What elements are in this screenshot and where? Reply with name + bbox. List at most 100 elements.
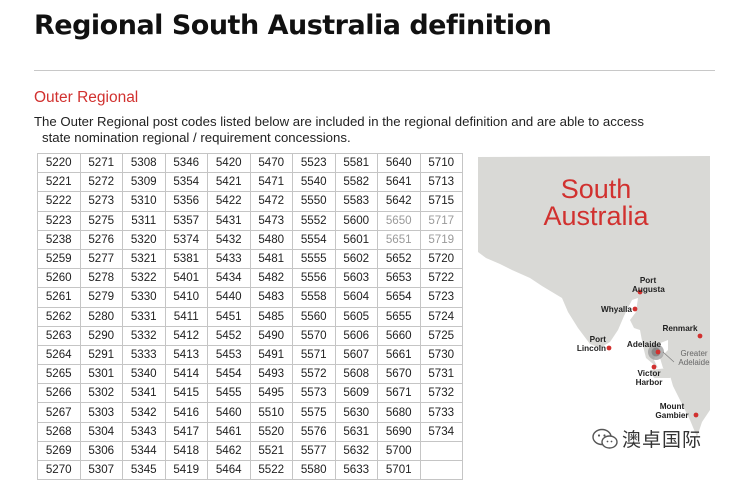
table-row: 5221 5272 5309 5354 5421 5471 5540 5582 5641 5713 bbox=[37, 172, 463, 193]
postcode-cell: 5670 bbox=[377, 364, 421, 385]
postcode-cell: 5601 bbox=[334, 229, 378, 250]
postcode-cell: 5311 bbox=[122, 210, 166, 231]
postcode-cell: 5733 bbox=[419, 402, 463, 423]
postcode-cell: 5431 bbox=[207, 210, 251, 231]
postcode-cell: 5221 bbox=[37, 172, 81, 193]
postcode-cell: 5455 bbox=[207, 383, 251, 404]
postcode-cell: 5433 bbox=[207, 248, 251, 270]
postcode-cell: 5609 bbox=[334, 383, 378, 404]
map-state-line-2: Australia bbox=[543, 201, 649, 231]
postcode-cell: 5461 bbox=[207, 421, 251, 442]
postcode-cell: 5734 bbox=[419, 421, 463, 442]
postcode-cell: 5341 bbox=[122, 383, 166, 404]
postcode-cell: 5573 bbox=[292, 383, 336, 404]
postcode-cell: 5655 bbox=[377, 306, 421, 327]
table-row: 5263 5290 5332 5412 5452 5490 5570 5606 5660 5725 bbox=[37, 325, 463, 346]
postcode-cell: 5322 bbox=[122, 268, 166, 289]
label-adelaide: Adelaide bbox=[626, 340, 662, 349]
postcode-cell: 5571 bbox=[292, 344, 336, 366]
postcode-cell: 5268 bbox=[37, 421, 81, 442]
postcode-cell: 5464 bbox=[207, 459, 251, 480]
postcode-cell: 5356 bbox=[164, 191, 208, 212]
postcode-cell: 5374 bbox=[164, 229, 208, 250]
postcode-cell: 5278 bbox=[79, 268, 123, 289]
label-whyalla: Whyalla bbox=[601, 305, 632, 314]
table-row: 5267 5303 5342 5416 5460 5510 5575 5630 5680 5733 bbox=[37, 402, 463, 423]
postcode-cell: 5581 bbox=[334, 152, 378, 174]
watermark-text: 澳卓国际 bbox=[622, 429, 703, 451]
postcode-cell: 5661 bbox=[377, 344, 421, 366]
postcode-cell: 5654 bbox=[377, 287, 421, 308]
postcode-cell: 5272 bbox=[79, 172, 123, 193]
postcode-cell: 5306 bbox=[79, 440, 123, 462]
postcode-cell: 5680 bbox=[377, 402, 421, 423]
postcode-cell: 5720 bbox=[419, 248, 463, 270]
table-row: 5259 5277 5321 5381 5433 5481 5555 5602 5652 5720 bbox=[37, 248, 463, 270]
watermark: 澳卓国际 bbox=[592, 425, 702, 452]
dot-port-lincoln bbox=[606, 345, 612, 351]
postcode-cell: 5346 bbox=[164, 152, 208, 174]
postcode-cell: 5722 bbox=[419, 268, 463, 289]
postcode-cell: 5671 bbox=[377, 383, 421, 404]
postcode-cell: 5576 bbox=[292, 421, 336, 442]
postcode-cell: 5510 bbox=[249, 402, 293, 423]
postcode-cell: 5265 bbox=[37, 364, 81, 385]
postcode-cell: 5451 bbox=[207, 306, 251, 327]
postcode-cell: 5491 bbox=[249, 344, 293, 366]
postcode-cell: 5420 bbox=[207, 152, 251, 174]
postcode-cell: 5401 bbox=[164, 268, 208, 289]
postcode-cell: 5291 bbox=[79, 344, 123, 366]
wechat-icon bbox=[592, 428, 618, 449]
postcode-cell: 5483 bbox=[249, 287, 293, 308]
postcode-cell: 5434 bbox=[207, 268, 251, 289]
table-row: 5265 5301 5340 5414 5454 5493 5572 5608 5670 5731 bbox=[37, 364, 463, 385]
postcode-cell: 5261 bbox=[37, 287, 81, 308]
postcode-cell: 5454 bbox=[207, 364, 251, 385]
postcode-cell: 5640 bbox=[377, 152, 421, 174]
postcode-cell: 5473 bbox=[249, 210, 293, 231]
postcode-cell: 5730 bbox=[419, 344, 463, 366]
postcode-cell: 5280 bbox=[79, 306, 123, 327]
postcode-cell: 5332 bbox=[122, 325, 166, 346]
postcode-cell: 5222 bbox=[37, 191, 81, 212]
table-row: 5264 5291 5333 5413 5453 5491 5571 5607 5661 5730 bbox=[37, 344, 463, 366]
table-row: 5222 5273 5310 5356 5422 5472 5550 5583 5642 5715 bbox=[37, 191, 463, 212]
section-subtitle: Outer Regional bbox=[34, 89, 139, 106]
map-state-line-1: South bbox=[560, 174, 632, 204]
postcode-cell: 5290 bbox=[79, 325, 123, 346]
postcode-cell: 5432 bbox=[207, 229, 251, 250]
postcode-cell: 5266 bbox=[37, 383, 81, 404]
postcode-cell: 5572 bbox=[292, 364, 336, 385]
postcode-cell: 5421 bbox=[207, 172, 251, 193]
postcode-cell: 5522 bbox=[249, 459, 293, 480]
postcode-cell: 5260 bbox=[37, 268, 81, 289]
postcode-cell: 5724 bbox=[419, 306, 463, 327]
postcode-cell: 5345 bbox=[122, 459, 166, 480]
postcode-cell: 5520 bbox=[249, 421, 293, 442]
postcode-cell: 5331 bbox=[122, 306, 166, 327]
postcode-cell: 5715 bbox=[419, 191, 463, 212]
postcode-cell: 5471 bbox=[249, 172, 293, 193]
postcode-cell: 5608 bbox=[334, 364, 378, 385]
postcode-cell: 5275 bbox=[79, 210, 123, 231]
postcode-cell: 5276 bbox=[79, 229, 123, 250]
table-row: 5260 5278 5322 5401 5434 5482 5556 5603 5653 5722 bbox=[37, 268, 463, 289]
postcode-cell: 5653 bbox=[377, 268, 421, 289]
postcode-cell: 5713 bbox=[419, 172, 463, 193]
postcode-cell: 5550 bbox=[292, 191, 336, 212]
postcode-cell: 5710 bbox=[419, 152, 463, 174]
postcode-cell: 5340 bbox=[122, 364, 166, 385]
postcode-cell: 5320 bbox=[122, 229, 166, 250]
label-renmark: Renmark bbox=[662, 324, 698, 333]
postcode-cell: 5270 bbox=[37, 459, 81, 480]
dot-renmark bbox=[697, 333, 703, 339]
postcode-cell: 5304 bbox=[79, 421, 123, 442]
label-port-augusta: Port Augusta bbox=[632, 276, 665, 294]
postcode-cell: 5690 bbox=[377, 421, 421, 442]
postcode-cell: 5223 bbox=[37, 210, 81, 231]
south-australia-map: South Australia Port Augusta Whyalla Ren… bbox=[472, 152, 722, 468]
postcode-cell: 5307 bbox=[79, 459, 123, 480]
postcode-cell: 5342 bbox=[122, 402, 166, 423]
table-row: 5266 5302 5341 5415 5455 5495 5573 5609 5671 5732 bbox=[37, 383, 463, 404]
divider bbox=[34, 70, 715, 71]
